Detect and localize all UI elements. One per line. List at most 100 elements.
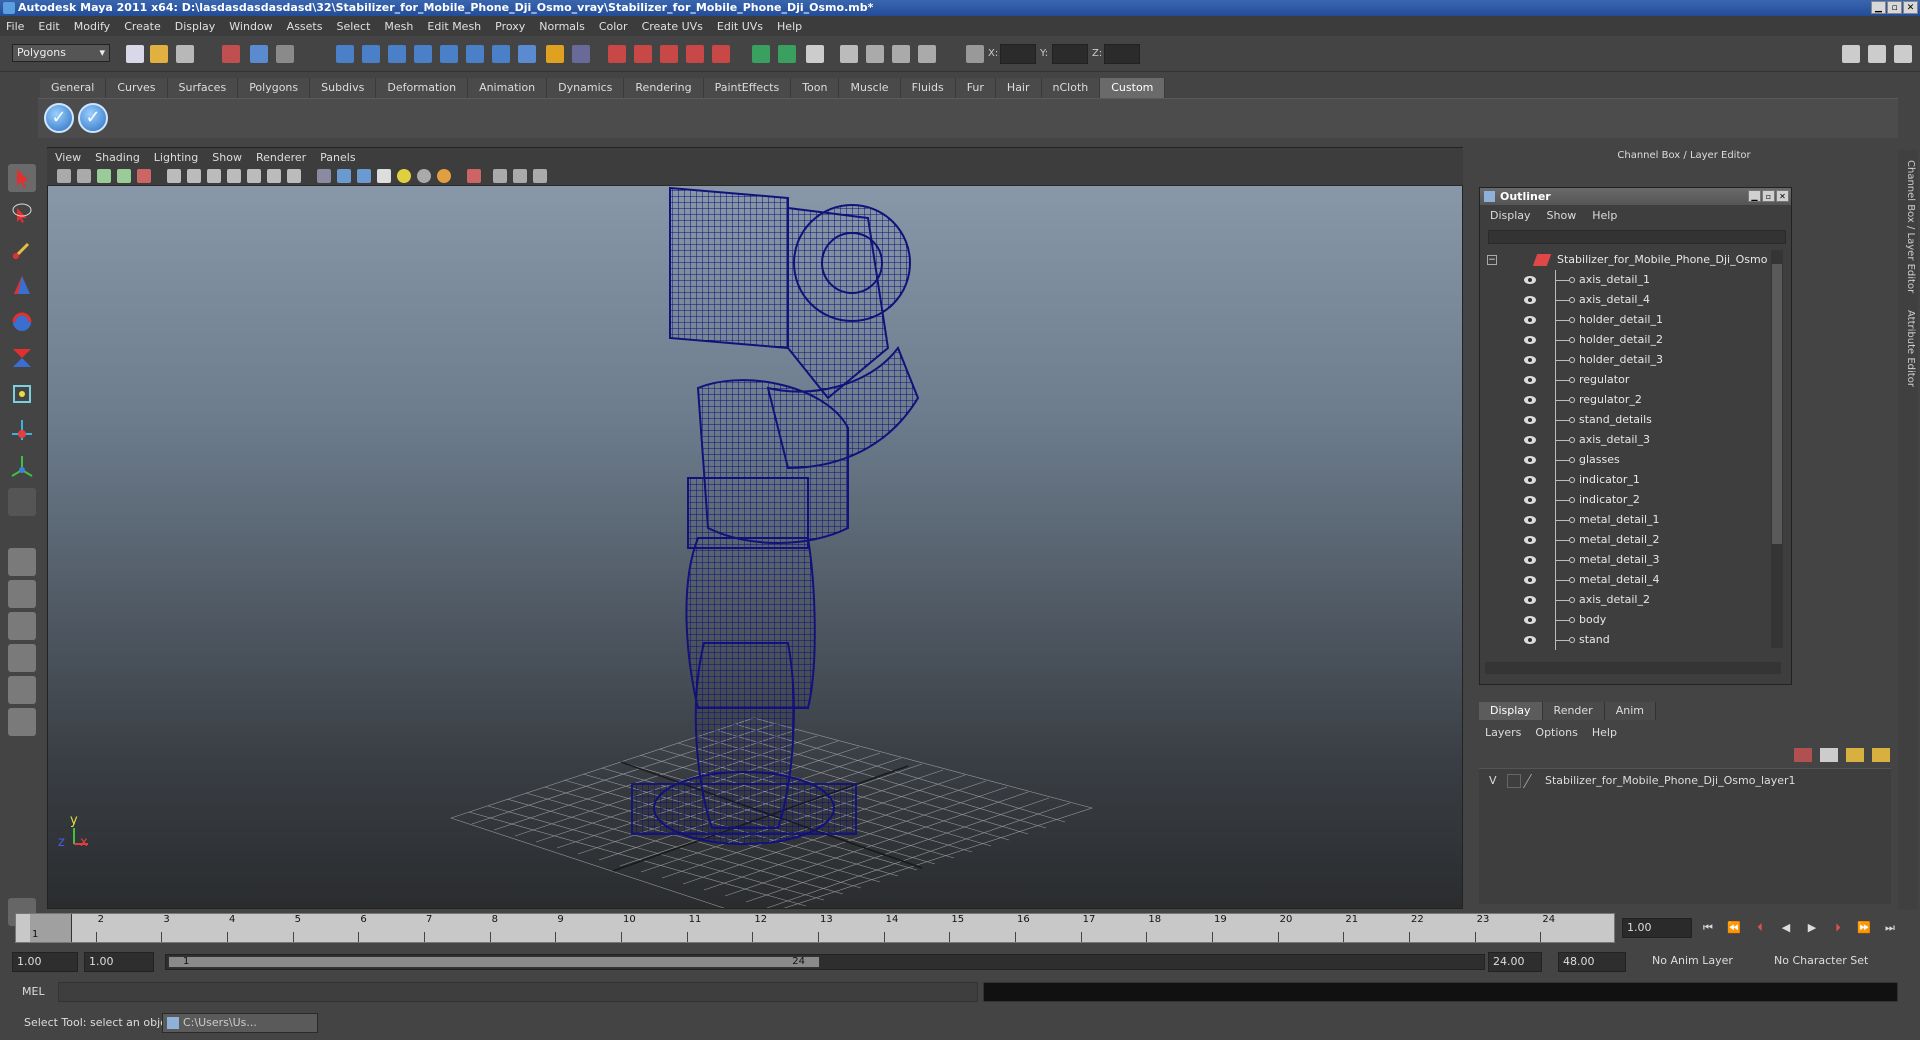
menu-mesh[interactable]: Mesh [384,20,413,33]
xray-icon[interactable] [493,169,507,183]
shelf-tab-fluids[interactable]: Fluids [900,78,956,98]
rotate-tool-icon[interactable] [8,308,36,336]
viewport-menu-panels[interactable]: Panels [320,151,355,164]
two-d-pan-zoom-icon[interactable] [137,169,151,183]
snap-curve-icon[interactable] [362,45,380,63]
field-chart-icon[interactable] [247,169,261,183]
textured-icon[interactable] [377,169,391,183]
render-view-icon[interactable] [840,45,858,63]
selection-mask-icon[interactable] [572,45,590,63]
outliner-item[interactable]: metal_detail_1 [1485,510,1765,530]
help-question-icon[interactable] [518,45,536,63]
outliner-item[interactable]: axis_detail_2 [1485,590,1765,610]
step-forward-key-icon[interactable]: ⏩ [1856,921,1872,935]
input-ops-icon[interactable] [752,45,770,63]
shelf-tab-curves[interactable]: Curves [106,78,168,98]
menu-edit-uvs[interactable]: Edit UVs [717,20,763,33]
shelf-tab-general[interactable]: General [40,78,107,98]
outliner-menu-show[interactable]: Show [1547,209,1577,222]
wire-on-shaded-icon[interactable] [357,169,371,183]
animation-start-field[interactable]: 1.00 [12,952,78,972]
construction-icon[interactable] [492,45,510,63]
current-frame-field[interactable]: 1.00 [1622,918,1692,938]
outliner-item[interactable]: metal_detail_2 [1485,530,1765,550]
x-field[interactable] [1000,44,1036,64]
scale-tool-icon[interactable] [8,344,36,372]
shelf-tab-subdivs[interactable]: Subdivs [310,78,377,98]
side-tab-attribute-editor[interactable]: Attribute Editor [1900,310,1916,387]
resolution-gate-icon[interactable] [207,169,221,183]
snap-grid-icon[interactable] [336,45,354,63]
range-slider-handle[interactable]: 1 24 [168,956,820,968]
timeline-playhead[interactable]: 1 [30,914,72,942]
graph-persp-layout-icon[interactable] [8,644,36,672]
gate-mask-icon[interactable] [227,169,241,183]
check-shelf-icon-2[interactable]: ✓ [78,103,108,133]
shelf-tab-polygons[interactable]: Polygons [238,78,311,98]
lasso-tool-icon[interactable] [8,200,36,228]
collapse-toggle-icon[interactable]: − [1487,255,1497,265]
play-forwards-icon[interactable]: ▶ [1804,921,1820,935]
outliner-close-button[interactable]: ✕ [1776,190,1789,202]
camera-select-icon[interactable] [57,169,71,183]
show-manipulator-icon[interactable] [8,452,36,480]
viewport-menu-show[interactable]: Show [212,151,242,164]
layer-row[interactable]: V Stabilizer_for_Mobile_Phone_Dji_Osmo_l… [1481,772,1889,790]
clipboard-icon[interactable] [806,45,824,63]
minimize-button[interactable]: ▁ [1871,1,1886,14]
outliner-item[interactable]: axis_detail_1 [1485,270,1765,290]
magnet-curve-icon[interactable] [634,45,652,63]
outliner-maximize-button[interactable]: ▫ [1762,190,1775,202]
shelf-tab-custom[interactable]: Custom [1100,78,1166,98]
check-shelf-icon-1[interactable]: ✓ [44,103,74,133]
hypershade-layout-icon[interactable] [8,676,36,704]
shelf-tab-painteffects[interactable]: PaintEffects [703,78,792,98]
menu-color[interactable]: Color [599,20,628,33]
render-settings-icon[interactable] [918,45,936,63]
layer-tab-display[interactable]: Display [1479,702,1543,720]
shelf-tab-animation[interactable]: Animation [468,78,548,98]
z-field[interactable] [1104,44,1140,64]
time-slider[interactable]: 123456789101112131415161718192021222324 … [15,913,1615,943]
all-lights-icon[interactable] [417,169,431,183]
history-icon[interactable] [466,45,484,63]
default-light-icon[interactable] [397,169,411,183]
new-layer-empty-icon[interactable] [1794,748,1812,762]
step-back-key-icon[interactable]: ⏪ [1726,921,1742,935]
xray-joints-icon[interactable] [513,169,527,183]
shelf-tab-ncloth[interactable]: nCloth [1041,78,1101,98]
anim-layer-dropdown[interactable]: No Anim Layer [1648,952,1764,972]
layer-color-swatch[interactable] [1522,774,1544,788]
menu-modify[interactable]: Modify [74,20,110,33]
layer-tab-anim[interactable]: Anim [1604,702,1656,720]
outliner-item[interactable]: glasses [1485,450,1765,470]
script-layout-icon[interactable] [8,708,36,736]
select-tool-icon[interactable] [8,164,36,192]
select-hierarchy-icon[interactable] [222,45,240,63]
character-set-dropdown[interactable]: No Character Set [1770,952,1890,972]
magnet-live-icon[interactable] [712,45,730,63]
shelf-tab-rendering[interactable]: Rendering [624,78,704,98]
menu-create-uvs[interactable]: Create UVs [642,20,703,33]
channel-box-toggle-icon[interactable] [1842,45,1860,63]
outliner-item[interactable]: body [1485,610,1765,630]
make-live-icon[interactable] [440,45,458,63]
smooth-shade-icon[interactable] [337,169,351,183]
menu-set-dropdown[interactable]: Polygons [12,44,110,62]
layer-tab-render[interactable]: Render [1542,702,1605,720]
menu-select[interactable]: Select [336,20,370,33]
minimized-window-button[interactable]: C:\Users\Us... [162,1013,318,1033]
animation-end-field[interactable]: 48.00 [1558,952,1626,972]
manipulator-tool-icon[interactable] [8,380,36,408]
step-forward-frame-icon[interactable]: ⏵ [1830,921,1846,935]
viewport-menu-shading[interactable]: Shading [95,151,140,164]
perspective-viewport[interactable]: y x z [47,147,1463,909]
layer-type-toggle[interactable] [1507,774,1521,788]
playback-end-field[interactable]: 24.00 [1488,952,1542,972]
camera-attributes-icon[interactable] [77,169,91,183]
go-to-end-icon[interactable]: ⏭ [1882,921,1898,935]
wireframe-mode-icon[interactable] [317,169,331,183]
snap-view-plane-icon[interactable] [414,45,432,63]
move-tool-icon[interactable] [8,272,36,300]
menu-assets[interactable]: Assets [287,20,323,33]
